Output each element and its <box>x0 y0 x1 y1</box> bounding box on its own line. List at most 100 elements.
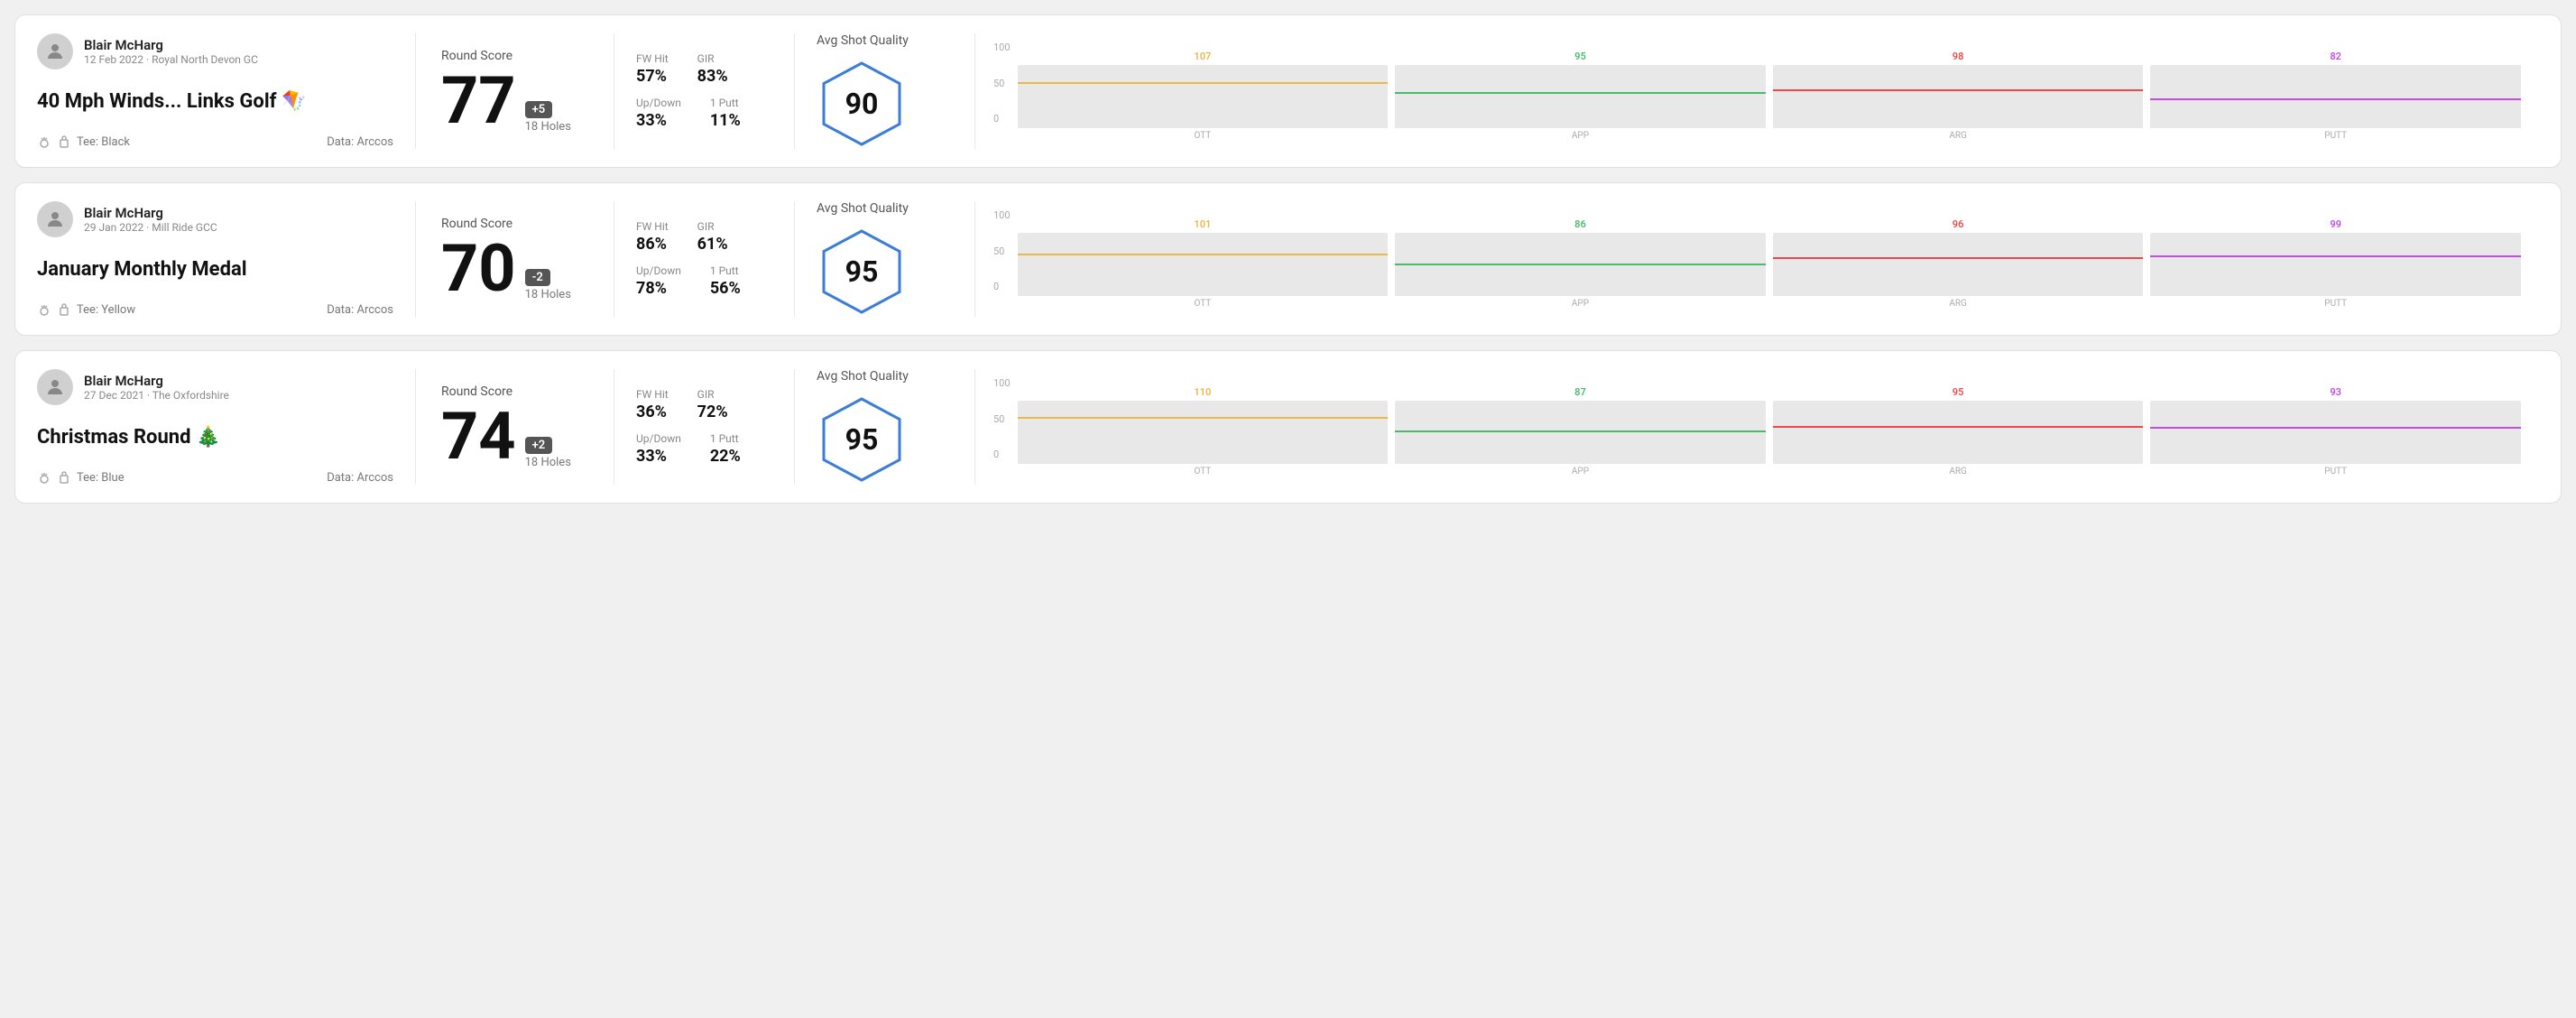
bar-value: 95 <box>1574 51 1586 62</box>
bar-value: 99 <box>2330 218 2341 230</box>
updown-stat: Up/Down 78% <box>636 264 681 298</box>
hexagon: 90 <box>817 59 907 149</box>
hexagon-container: 90 <box>817 59 907 149</box>
bar-group: 99PUTT <box>2150 218 2521 309</box>
tee-info: Tee: Blue <box>37 470 125 485</box>
score-section: Round Score 77 +518 Holes <box>416 33 614 149</box>
round-title: January Monthly Medal <box>37 258 393 281</box>
card-left-section: Blair McHarg29 Jan 2022 · Mill Ride GCCJ… <box>37 201 416 317</box>
bar-background <box>2150 233 2521 296</box>
bar-wrapper <box>1395 401 1766 464</box>
bot-stats-row: Up/Down 33%1 Putt 22% <box>636 432 772 466</box>
bar-line <box>1395 92 1766 94</box>
bar-label: OTT <box>1194 299 1211 309</box>
user-meta: 29 Jan 2022 · Mill Ride GCC <box>84 221 217 234</box>
bar-value: 93 <box>2330 386 2341 398</box>
card-footer: Tee: Blue Data: Arccos <box>37 470 393 485</box>
fw-hit-stat: FW Hit 36% <box>636 388 669 421</box>
user-meta: 12 Feb 2022 · Royal North Devon GC <box>84 53 258 66</box>
quality-label: Avg Shot Quality <box>817 201 909 216</box>
round-card: Blair McHarg12 Feb 2022 · Royal North De… <box>14 14 2562 168</box>
updown-label: Up/Down <box>636 264 681 277</box>
bot-stats-row: Up/Down 78%1 Putt 56% <box>636 264 772 298</box>
oneputt-label: 1 Putt <box>710 432 741 445</box>
score-number: 77 <box>441 69 516 134</box>
score-row: 77 +518 Holes <box>441 69 588 134</box>
bar-wrapper <box>1773 233 2144 296</box>
bar-line <box>1773 426 2144 428</box>
gir-stat: GIR 83% <box>697 52 728 86</box>
oneputt-label: 1 Putt <box>710 97 741 109</box>
bag-icon <box>57 134 71 149</box>
data-source: Data: Arccos <box>327 135 393 149</box>
fw-hit-stat: FW Hit 86% <box>636 220 669 254</box>
user-info: Blair McHarg12 Feb 2022 · Royal North De… <box>84 37 258 66</box>
score-section: Round Score70-218 Holes <box>416 201 614 317</box>
bar-wrapper <box>1018 401 1389 464</box>
score-section: Round Score74+218 Holes <box>416 369 614 485</box>
stats-section: FW Hit 36%GIR 72%Up/Down 33%1 Putt 22% <box>614 369 795 485</box>
card-left-section: Blair McHarg12 Feb 2022 · Royal North De… <box>37 33 416 149</box>
quality-score: 95 <box>845 422 879 457</box>
bar-label: PUTT <box>2324 467 2347 477</box>
bar-background <box>2150 65 2521 128</box>
score-pill: +5 <box>525 101 553 118</box>
user-row: Blair McHarg27 Dec 2021 · The Oxfordshir… <box>37 369 393 405</box>
chart-section: 100500101OTT86APP96ARG99PUTT <box>975 201 2539 317</box>
user-name: Blair McHarg <box>84 37 258 53</box>
quality-section: Avg Shot Quality 95 <box>795 369 975 485</box>
bar-line <box>2150 427 2521 429</box>
bar-background <box>1018 401 1389 464</box>
y-label: 0 <box>993 449 1011 460</box>
y-label: 100 <box>993 42 1011 53</box>
bar-group: 95ARG <box>1773 386 2144 477</box>
updown-value: 78% <box>636 279 681 298</box>
quality-section: Avg Shot Quality 90 <box>795 33 975 149</box>
score-label: Round Score <box>441 49 588 63</box>
chart-area: 100500110OTT87APP95ARG93PUTT <box>993 377 2521 477</box>
score-badge: -218 Holes <box>525 269 571 301</box>
bar-wrapper <box>1395 233 1766 296</box>
tee-label: Tee: Black <box>77 135 130 149</box>
fw-hit-value: 36% <box>636 403 669 421</box>
y-label: 50 <box>993 245 1011 257</box>
fw-hit-label: FW Hit <box>636 52 669 65</box>
bar-background <box>1773 401 2144 464</box>
avatar <box>37 33 73 69</box>
user-name: Blair McHarg <box>84 373 229 389</box>
score-badge: +518 Holes <box>525 101 571 134</box>
oneputt-value: 11% <box>710 111 741 130</box>
bar-background <box>2150 401 2521 464</box>
hexagon-container: 95 <box>817 394 907 485</box>
score-number: 74 <box>441 404 516 469</box>
bar-value: 98 <box>1953 51 1964 62</box>
bar-value: 82 <box>2330 51 2341 62</box>
quality-label: Avg Shot Quality <box>817 369 909 384</box>
score-pill: -2 <box>525 269 550 286</box>
score-row: 74+218 Holes <box>441 404 588 469</box>
gir-label: GIR <box>697 52 728 65</box>
oneputt-stat: 1 Putt 22% <box>710 432 741 466</box>
chart-area: 100500107OTT95APP98ARG82PUTT <box>993 42 2521 141</box>
top-stats-row: FW Hit 57%GIR 83% <box>636 52 772 86</box>
updown-value: 33% <box>636 447 681 466</box>
bar-wrapper <box>1018 65 1389 128</box>
bar-group: 95APP <box>1395 51 1766 141</box>
data-source: Data: Arccos <box>327 303 393 317</box>
top-stats-row: FW Hit 86%GIR 61% <box>636 220 772 254</box>
bar-label: APP <box>1572 467 1589 477</box>
y-label: 0 <box>993 113 1011 125</box>
card-left-section: Blair McHarg27 Dec 2021 · The Oxfordshir… <box>37 369 416 485</box>
oneputt-label: 1 Putt <box>710 264 741 277</box>
weather-icon <box>37 134 51 149</box>
bot-stats-row: Up/Down 33%1 Putt 11% <box>636 97 772 130</box>
quality-score: 95 <box>845 255 879 289</box>
chart-section: 100500110OTT87APP95ARG93PUTT <box>975 369 2539 485</box>
hexagon: 95 <box>817 227 907 317</box>
round-card: Blair McHarg27 Dec 2021 · The Oxfordshir… <box>14 350 2562 504</box>
bar-label: ARG <box>1949 467 1967 477</box>
bar-line <box>1395 264 1766 265</box>
bar-group: 96ARG <box>1773 218 2144 309</box>
bar-line <box>1773 257 2144 259</box>
stats-section: FW Hit 57%GIR 83% Up/Down 33%1 Putt 11% <box>614 33 795 149</box>
